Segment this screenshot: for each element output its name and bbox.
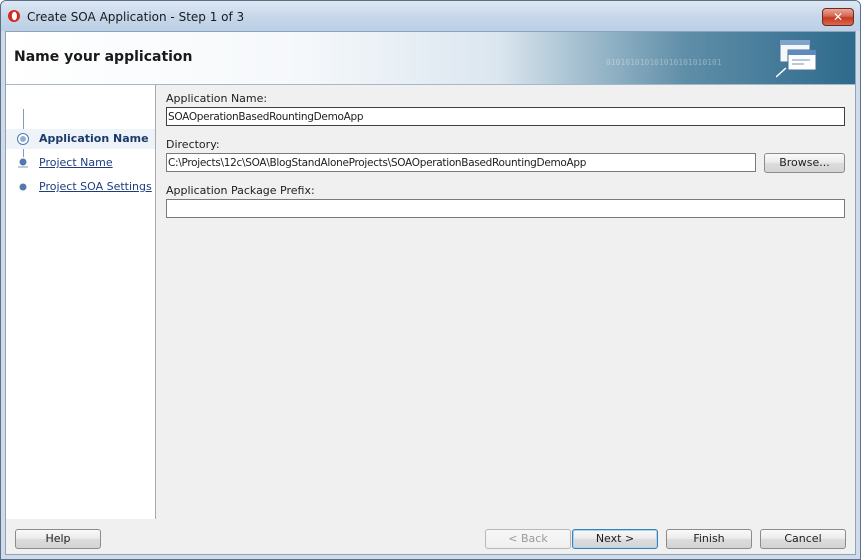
application-name-label: Application Name: [166, 92, 268, 105]
package-prefix-label: Application Package Prefix: [166, 184, 315, 197]
nav-step-project-name[interactable]: Project Name [6, 153, 155, 173]
oracle-app-icon [8, 10, 20, 22]
step-icon [19, 183, 27, 191]
banner-decoration: 010101010101010101010101 [606, 58, 722, 67]
application-name-input[interactable] [166, 107, 845, 126]
page-title: Name your application [14, 49, 193, 65]
close-button[interactable]: ✕ [822, 8, 854, 26]
cancel-button[interactable]: Cancel [760, 529, 846, 549]
nav-step-application-name[interactable]: Application Name [6, 129, 155, 149]
help-button[interactable]: Help [15, 529, 101, 549]
current-step-icon [17, 133, 29, 145]
browse-button[interactable]: Browse... [764, 153, 845, 173]
step-icon [18, 158, 28, 168]
dialog-window: Create SOA Application - Step 1 of 3 ✕ N… [0, 0, 861, 560]
dialog-content: Name your application 010101010101010101… [5, 31, 856, 555]
close-icon: ✕ [832, 10, 844, 24]
nav-step-project-soa-settings[interactable]: Project SOA Settings [6, 177, 155, 197]
finish-button[interactable]: Finish [666, 529, 752, 549]
window-title: Create SOA Application - Step 1 of 3 [27, 10, 245, 24]
back-button[interactable]: < Back [485, 529, 571, 549]
title-bar[interactable]: Create SOA Application - Step 1 of 3 ✕ [1, 1, 860, 31]
directory-label: Directory: [166, 138, 220, 151]
directory-input[interactable] [166, 153, 756, 172]
wizard-steps-panel: Application Name Project Name Project SO… [6, 85, 156, 519]
package-prefix-input[interactable] [166, 199, 845, 218]
application-windows-icon [776, 39, 817, 78]
header-banner: Name your application 010101010101010101… [6, 32, 855, 85]
nav-step-label: Project SOA Settings [39, 180, 152, 193]
next-button[interactable]: Next > [572, 529, 658, 549]
nav-step-label: Project Name [39, 156, 113, 169]
nav-step-label: Application Name [39, 132, 149, 145]
